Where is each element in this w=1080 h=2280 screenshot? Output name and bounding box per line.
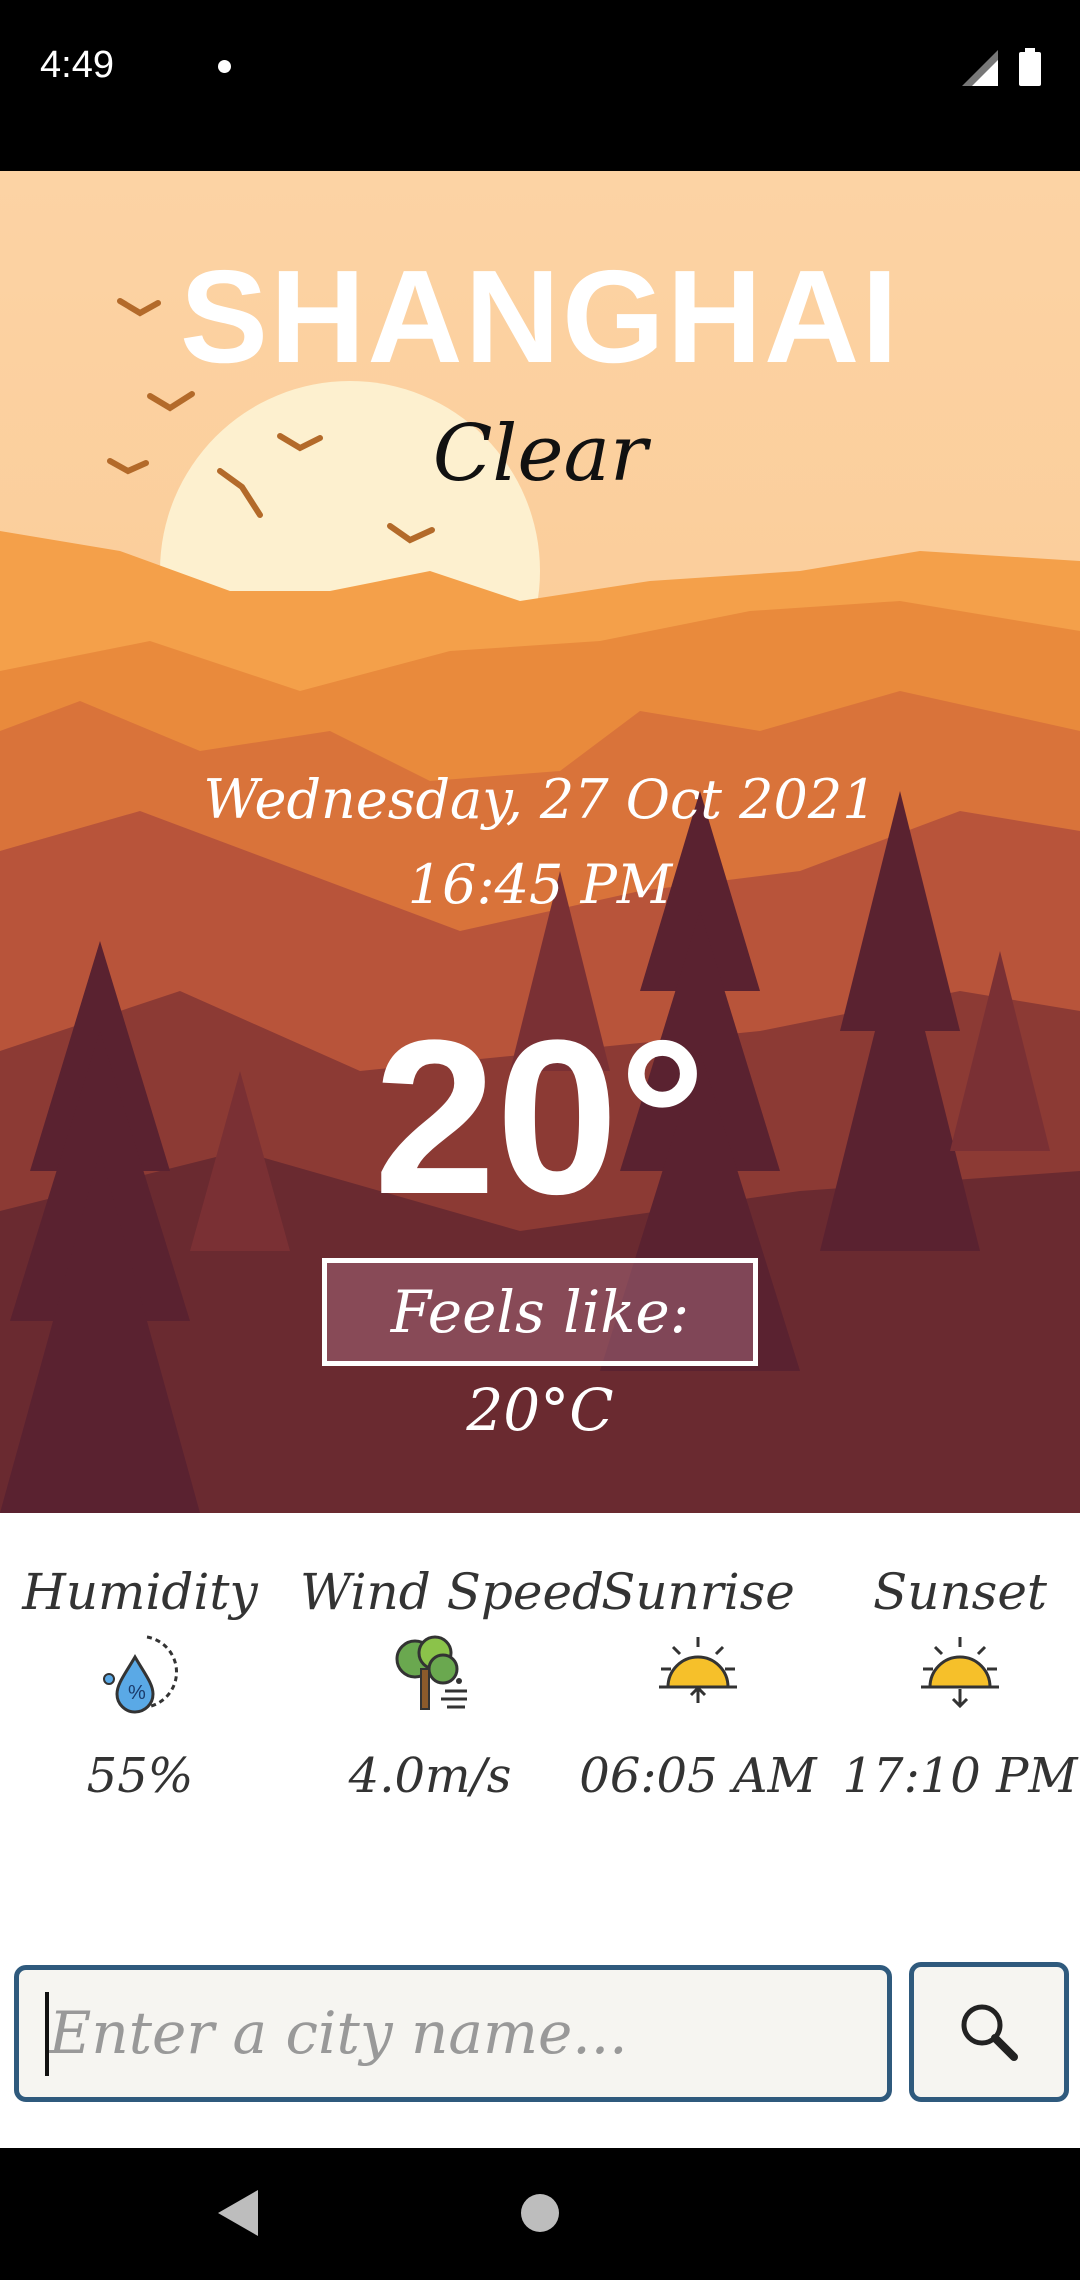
svg-text:%: % — [128, 1682, 146, 1704]
stat-label: Wind Speed — [300, 1563, 605, 1621]
stat-sunset: Sunset 17:10 PM — [840, 1563, 1080, 1804]
city-name: SHANGHAI — [179, 243, 901, 390]
text-caret — [45, 1992, 49, 2076]
stat-label: Sunrise — [601, 1563, 795, 1621]
status-bar: 4:49 — [0, 0, 1080, 171]
sunrise-icon — [659, 1637, 737, 1703]
search-placeholder: Enter a city name... — [49, 1999, 628, 2067]
battery-icon — [1019, 48, 1041, 86]
stat-value: 4.0m/s — [348, 1748, 512, 1804]
stat-label: Sunset — [873, 1563, 1047, 1621]
search-icon — [961, 2004, 1018, 2061]
weather-condition: Clear — [432, 409, 648, 499]
city-search-input[interactable]: Enter a city name... — [14, 1965, 892, 2102]
stat-value: 17:10 PM — [842, 1748, 1078, 1804]
humidity-icon: % — [103, 1635, 178, 1714]
stat-label: Humidity — [22, 1563, 258, 1621]
signal-icon — [962, 50, 998, 86]
navigation-bar — [0, 2148, 1080, 2280]
feels-like-badge: Feels like: 20°C — [322, 1258, 758, 1444]
stat-wind-speed: Wind Speed 4.0m/s — [300, 1563, 605, 1804]
stat-sunrise: Sunrise 06:05 AM — [578, 1563, 818, 1804]
temperature: 20° — [373, 994, 707, 1240]
stat-value: 06:05 AM — [579, 1748, 817, 1804]
stat-humidity: Humidity % 55% — [20, 1563, 260, 1804]
sunset-icon — [921, 1637, 999, 1709]
back-icon[interactable] — [218, 2190, 260, 2236]
weather-hero: SHANGHAI Clear Wednesday, 27 Oct 2021 16… — [0, 171, 1080, 1513]
current-time: 16:45 PM — [407, 853, 673, 916]
search-button[interactable] — [909, 1962, 1069, 2102]
status-time: 4:49 — [40, 44, 114, 86]
current-date: Wednesday, 27 Oct 2021 — [203, 768, 877, 831]
stat-value: 55% — [86, 1748, 194, 1804]
notification-dot-icon — [218, 60, 231, 73]
tree-wind-icon — [395, 1635, 467, 1710]
weather-stats: Humidity % 55% Wind Speed 4.0m/s Sunrise — [0, 1513, 1080, 1813]
home-icon[interactable] — [521, 2194, 559, 2232]
